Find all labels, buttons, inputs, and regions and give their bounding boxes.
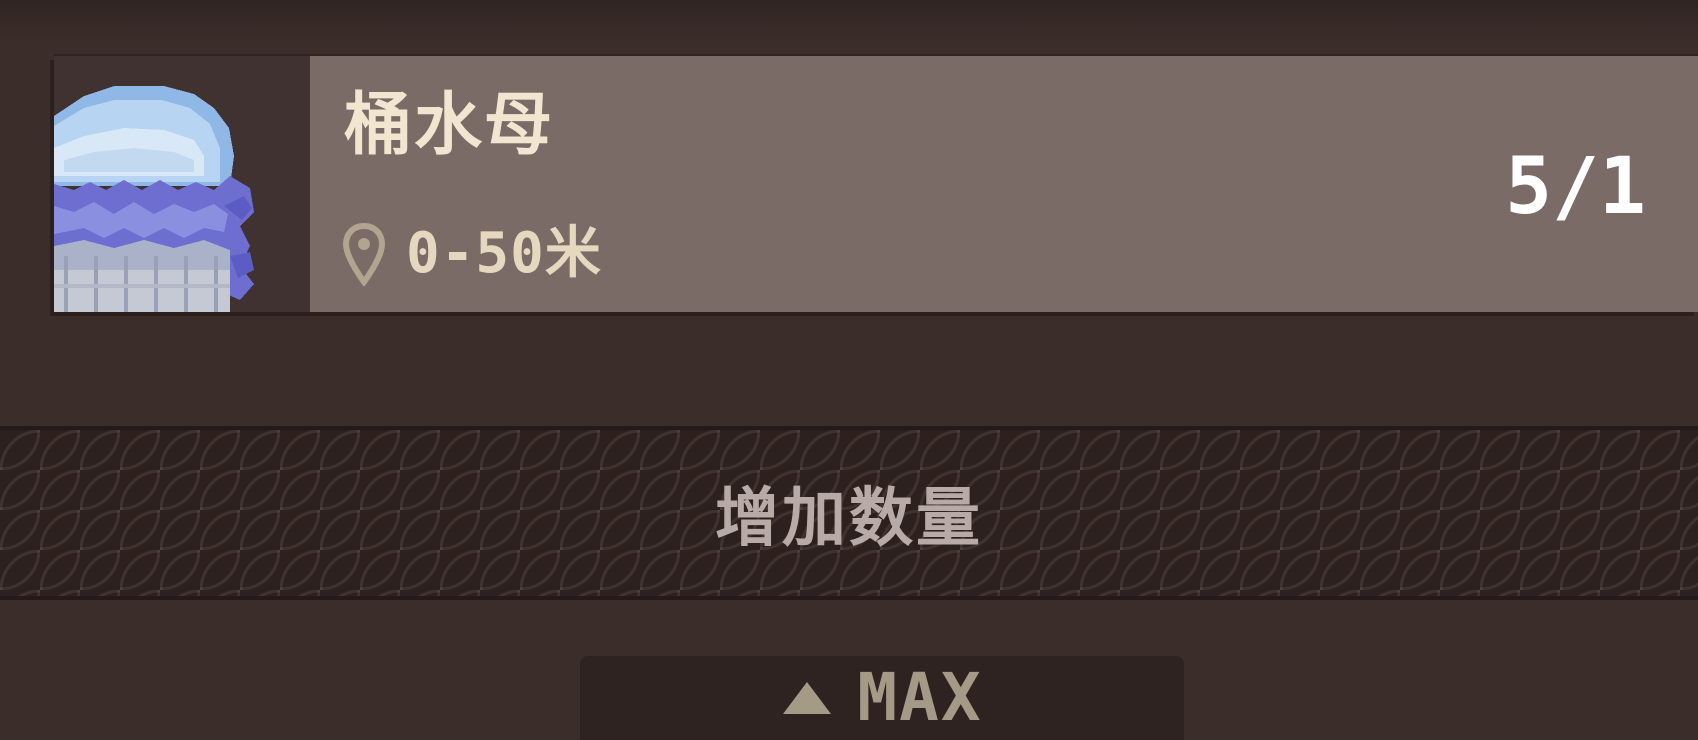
max-button[interactable]: MAX: [580, 656, 1184, 740]
jellyfish-icon: [54, 86, 254, 312]
top-shadow: [0, 0, 1698, 40]
location-pin-icon: [342, 222, 386, 286]
max-label: MAX: [857, 659, 983, 736]
fish-panel: 桶水母 0-50米 5/1 增加数量 MAX: [0, 0, 1698, 740]
creature-name: 桶水母: [344, 86, 555, 165]
triangle-up-icon: [783, 682, 832, 714]
depth-info: 0-50米: [342, 214, 602, 294]
depth-range: 0-50米: [406, 221, 602, 286]
catch-count: 5/1: [1505, 142, 1646, 232]
increase-count-button[interactable]: 增加数量: [0, 426, 1698, 600]
creature-thumbnail: [54, 56, 310, 312]
creature-card[interactable]: 桶水母 0-50米 5/1: [54, 56, 1698, 312]
increase-count-label: 增加数量: [715, 482, 983, 556]
